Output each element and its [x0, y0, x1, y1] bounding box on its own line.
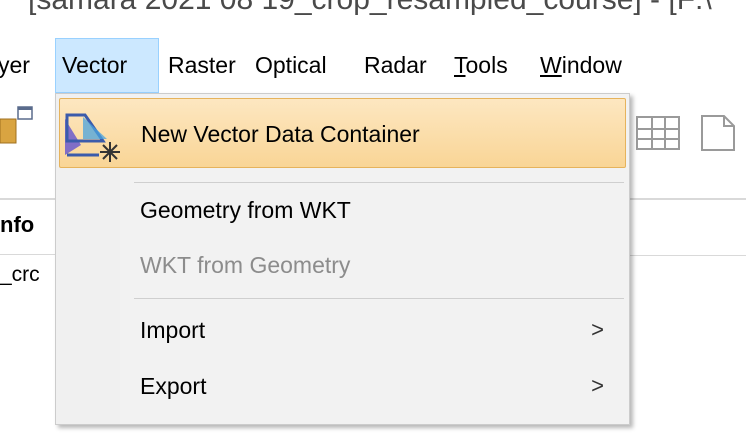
- menu-layer[interactable]: yer: [0, 38, 30, 93]
- menu-item-import[interactable]: Import >: [59, 304, 626, 354]
- menu-separator: [134, 182, 624, 183]
- menu-item-wkt-from-geometry[interactable]: WKT from Geometry: [59, 240, 626, 290]
- menu-optical[interactable]: Optical: [255, 38, 327, 93]
- vector-dropdown-menu: New Vector Data Container Geometry from …: [55, 93, 630, 425]
- window-title-bar: [samara 2021 08 19_crop_resampled_course…: [0, 0, 746, 22]
- menu-raster[interactable]: Raster: [168, 38, 236, 93]
- menu-tools[interactable]: Tools: [454, 38, 508, 93]
- menu-item-label: Geometry from WKT: [140, 197, 351, 223]
- submenu-arrow-icon: >: [591, 373, 604, 398]
- open-product-icon[interactable]: [0, 105, 34, 145]
- info-column-header: nfo: [0, 212, 35, 237]
- menu-window-accelerator: W: [540, 52, 562, 78]
- menu-tools-accelerator: T: [454, 52, 466, 78]
- panel-divider-right: [628, 255, 746, 256]
- menu-bar: yer Vector Raster Optical Radar Tools Wi…: [0, 38, 746, 93]
- menu-item-label: Import: [140, 317, 206, 343]
- menu-window[interactable]: Window: [540, 38, 622, 93]
- menu-window-rest: indow: [561, 52, 622, 78]
- submenu-arrow-icon: >: [591, 317, 604, 342]
- menu-item-geometry-from-wkt[interactable]: Geometry from WKT: [59, 187, 626, 237]
- menu-item-label: Export: [140, 373, 207, 399]
- menu-item-export[interactable]: Export >: [59, 361, 626, 411]
- menu-item-label: New Vector Data Container: [141, 121, 420, 147]
- menu-radar[interactable]: Radar: [364, 38, 427, 93]
- menu-item-new-vector-data-container[interactable]: New Vector Data Container: [59, 98, 626, 168]
- menu-vector[interactable]: Vector: [55, 38, 159, 93]
- window-title: [samara 2021 08 19_crop_resampled_course…: [28, 0, 712, 22]
- menu-tools-rest: ools: [465, 52, 508, 78]
- info-cell-value: _crc: [0, 263, 40, 286]
- menu-item-label: WKT from Geometry: [140, 252, 351, 278]
- menu-separator: [134, 298, 624, 299]
- document-icon[interactable]: [700, 114, 736, 152]
- grid-icon[interactable]: [636, 116, 680, 150]
- new-vector-container-icon: [65, 113, 120, 162]
- info-header-divider: [0, 254, 60, 255]
